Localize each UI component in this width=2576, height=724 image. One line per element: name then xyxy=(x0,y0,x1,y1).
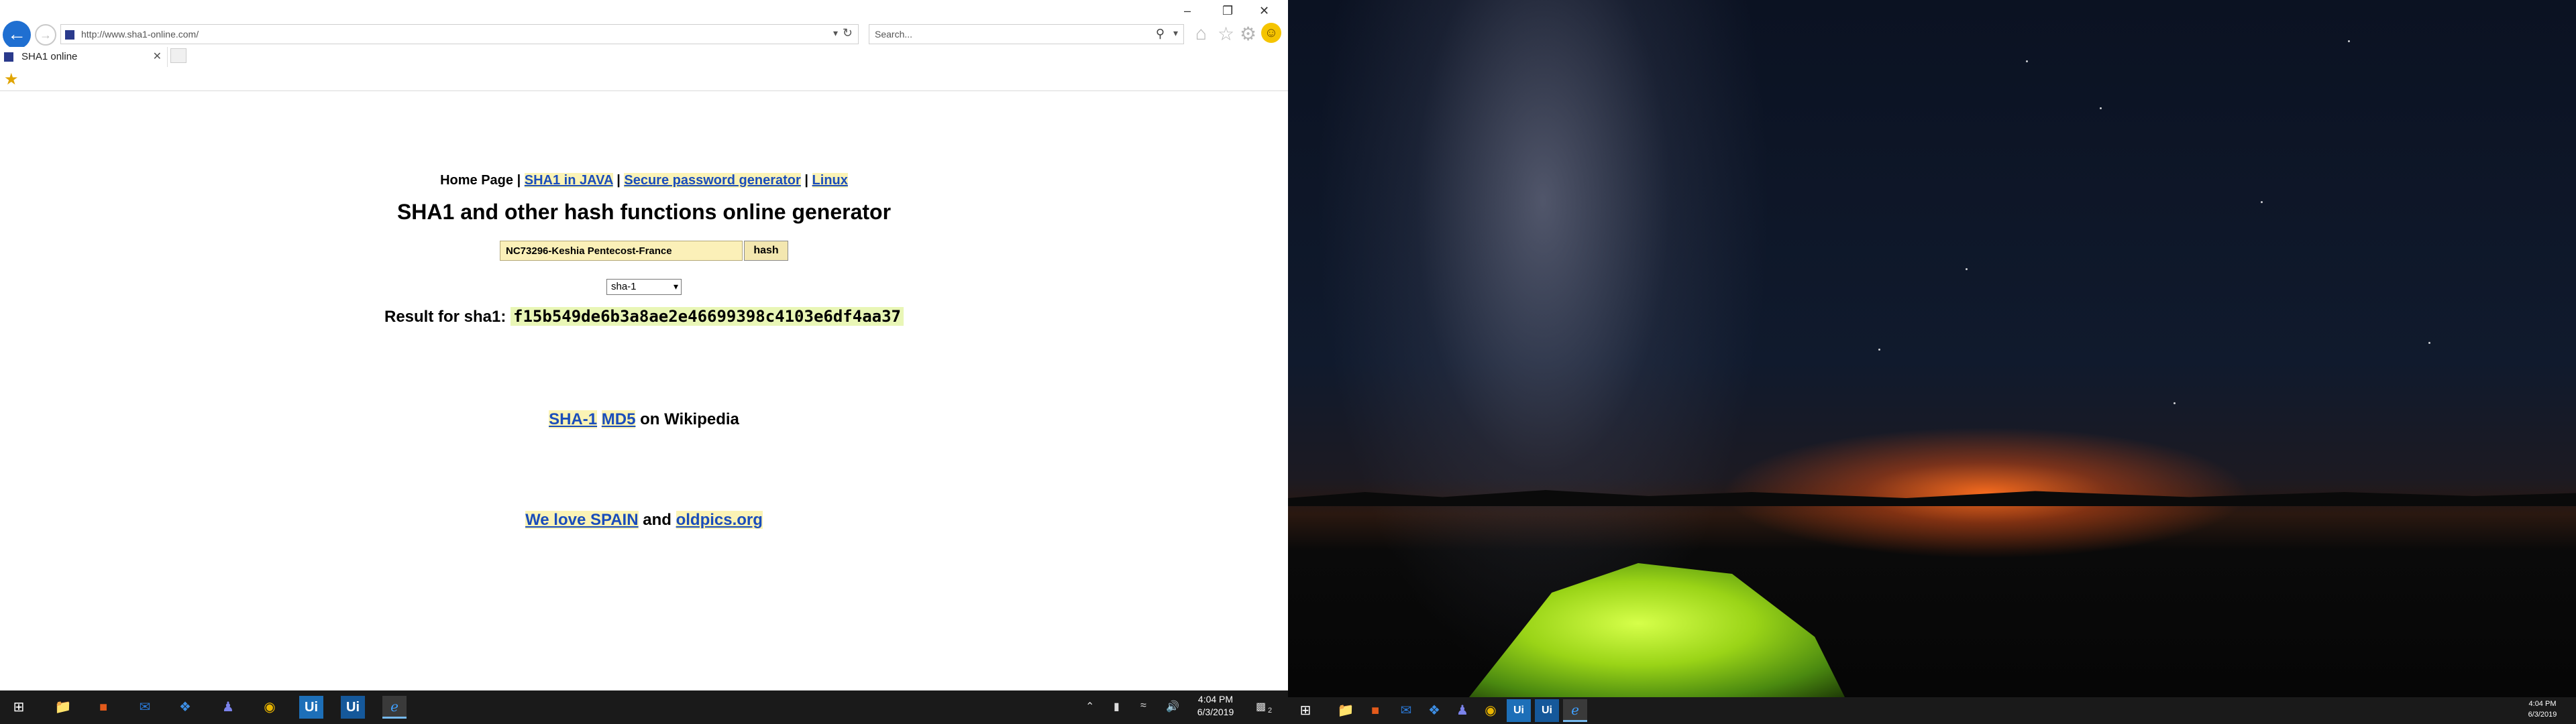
wifi-icon[interactable]: ≈ xyxy=(1140,700,1146,712)
close-window-button[interactable]: ✕ xyxy=(1259,4,1269,18)
wiki-suffix-text: on Wikipedia xyxy=(640,410,739,428)
nav-sha1-java-link[interactable]: SHA1 in JAVA xyxy=(524,173,613,188)
home-icon[interactable]: ⌂ xyxy=(1195,23,1207,44)
settings-gear-icon[interactable]: ⚙ xyxy=(1240,23,1256,45)
search-box[interactable]: Search... ⚲ ▾ xyxy=(869,24,1184,44)
clock-time: 4:04 PM xyxy=(2528,700,2557,708)
star xyxy=(2348,40,2350,42)
chevron-down-icon[interactable]: ▾ xyxy=(674,281,678,292)
outlook-icon[interactable]: ✉ xyxy=(133,696,157,719)
start-windows-icon[interactable]: ⊞ xyxy=(7,696,31,719)
minimize-button[interactable]: – xyxy=(1184,4,1191,18)
clock-right[interactable]: 4:04 PM 6/3/2019 xyxy=(2516,699,2569,720)
we-love-spain-link[interactable]: We love SPAIN xyxy=(525,511,639,529)
star xyxy=(2261,201,2263,203)
browser-toolbar: – ❐ ✕ ← → http://www.sha1-online.com/ ▾ … xyxy=(0,0,1288,67)
star xyxy=(2174,402,2176,404)
back-button[interactable]: ← xyxy=(3,21,31,49)
teams-icon[interactable]: ♟ xyxy=(1450,699,1474,722)
page-content: Home Page | SHA1 in JAVA | Secure passwo… xyxy=(0,94,1288,690)
top-nav: Home Page | SHA1 in JAVA | Secure passwo… xyxy=(0,173,1288,188)
algorithm-select[interactable]: sha-1 ▾ xyxy=(606,279,682,295)
outlook-icon[interactable]: ✉ xyxy=(1394,699,1418,722)
teams-icon[interactable]: ♟ xyxy=(216,696,240,719)
oldpics-link[interactable]: oldpics.org xyxy=(676,511,763,529)
volume-icon[interactable]: 🔊 xyxy=(1166,700,1179,713)
new-tab-button[interactable] xyxy=(170,48,186,63)
wikipedia-links: SHA-1 MD5 on Wikipedia xyxy=(0,410,1288,429)
nav-password-generator-link[interactable]: Secure password generator xyxy=(624,173,801,188)
md5-wiki-link[interactable]: MD5 xyxy=(601,410,636,428)
dropbox-icon[interactable]: ❖ xyxy=(1422,699,1446,722)
notification-count: 2 xyxy=(1268,707,1273,715)
promo-links: We love SPAIN and oldpics.org xyxy=(0,511,1288,530)
tab-close-icon[interactable]: ✕ xyxy=(153,50,162,63)
feedback-smiley-icon[interactable]: ☺ xyxy=(1261,23,1281,43)
taskbar-main: ⊞ 📁 ■ ✉ ❖ ♟ ◉ Ui Ui ℯ ⌃ ▮ ≈ 🔊 4:04 PM 6/… xyxy=(0,690,1288,724)
result-label: Result for sha1: xyxy=(384,308,506,326)
hash-input[interactable] xyxy=(500,241,743,261)
favorites-bar: ★ xyxy=(0,67,1288,91)
clock-date: 6/3/2019 xyxy=(1197,707,1234,717)
tab-sha1-online[interactable]: SHA1 online ✕ xyxy=(0,47,168,67)
algorithm-selected-value[interactable]: sha-1 xyxy=(611,281,637,292)
favorites-star-icon[interactable]: ☆ xyxy=(1218,23,1234,45)
nav-separator: | xyxy=(517,173,521,188)
chrome-icon[interactable]: ◉ xyxy=(1479,699,1503,722)
site-favicon-icon xyxy=(65,30,74,40)
uipath-studio-icon[interactable]: Ui xyxy=(299,696,323,719)
tray-expand-icon[interactable]: ⌃ xyxy=(1085,700,1094,713)
star xyxy=(2026,60,2028,62)
clock-date: 6/3/2019 xyxy=(2528,711,2557,719)
office-icon[interactable]: ■ xyxy=(91,696,115,719)
chrome-icon[interactable]: ◉ xyxy=(258,696,282,719)
dropbox-icon[interactable]: ❖ xyxy=(173,696,197,719)
result-hash-value: f15b549de6b3a8ae2e46699398c4103e6df4aa37 xyxy=(511,307,904,326)
forward-button[interactable]: → xyxy=(35,24,56,46)
start-windows-icon[interactable]: ⊞ xyxy=(1293,699,1318,722)
internet-explorer-icon[interactable]: ℯ xyxy=(382,696,407,719)
uipath-studio-icon[interactable]: Ui xyxy=(1507,699,1531,722)
browser-window: – ❐ ✕ ← → http://www.sha1-online.com/ ▾ … xyxy=(0,0,1288,724)
tab-title[interactable]: SHA1 online xyxy=(21,51,77,62)
tab-favicon-icon xyxy=(4,52,13,62)
battery-icon[interactable]: ▮ xyxy=(1114,700,1120,713)
clock-time: 4:04 PM xyxy=(1197,694,1234,705)
refresh-icon[interactable]: ↻ xyxy=(843,26,853,40)
hash-button[interactable]: hash xyxy=(744,241,788,261)
star xyxy=(2100,107,2102,109)
nav-home[interactable]: Home Page xyxy=(440,173,513,188)
sha1-wiki-link[interactable]: SHA-1 xyxy=(549,410,598,428)
result-line: Result for sha1: f15b549de6b3a8ae2e46699… xyxy=(0,307,1288,326)
nav-linux-link[interactable]: Linux xyxy=(812,173,848,188)
office-icon[interactable]: ■ xyxy=(1363,699,1387,722)
taskbar-secondary: ⊞ 📁 ■ ✉ ❖ ♟ ◉ Ui Ui ℯ 4:04 PM 6/3/2019 xyxy=(1288,697,2576,724)
address-bar[interactable]: http://www.sha1-online.com/ ▾ ↻ xyxy=(60,24,859,44)
desktop-wallpaper xyxy=(1288,0,2576,724)
star xyxy=(1878,349,1880,351)
nav-separator: | xyxy=(804,173,808,188)
nav-separator: | xyxy=(616,173,621,188)
search-icon[interactable]: ⚲ xyxy=(1156,27,1165,41)
address-dropdown-icon[interactable]: ▾ xyxy=(833,27,838,39)
add-favorite-star-icon[interactable]: ★ xyxy=(4,70,19,89)
file-explorer-icon[interactable]: 📁 xyxy=(51,696,75,719)
uipath-robot-icon[interactable]: Ui xyxy=(1535,699,1559,722)
clock-left[interactable]: 4:04 PM 6/3/2019 xyxy=(1189,693,1242,719)
notification-center-icon[interactable]: ▩ xyxy=(1256,700,1266,713)
internet-explorer-icon[interactable]: ℯ xyxy=(1563,699,1587,722)
search-placeholder[interactable]: Search... xyxy=(875,29,912,40)
restore-button[interactable]: ❐ xyxy=(1222,4,1233,18)
star xyxy=(2428,342,2430,344)
search-dropdown-icon[interactable]: ▾ xyxy=(1173,27,1178,39)
file-explorer-icon[interactable]: 📁 xyxy=(1334,699,1358,722)
page-title: SHA1 and other hash functions online gen… xyxy=(396,200,892,224)
star xyxy=(1966,268,1968,270)
url-text[interactable]: http://www.sha1-online.com/ xyxy=(81,29,199,40)
and-text: and xyxy=(643,511,672,529)
uipath-robot-icon[interactable]: Ui xyxy=(341,696,365,719)
